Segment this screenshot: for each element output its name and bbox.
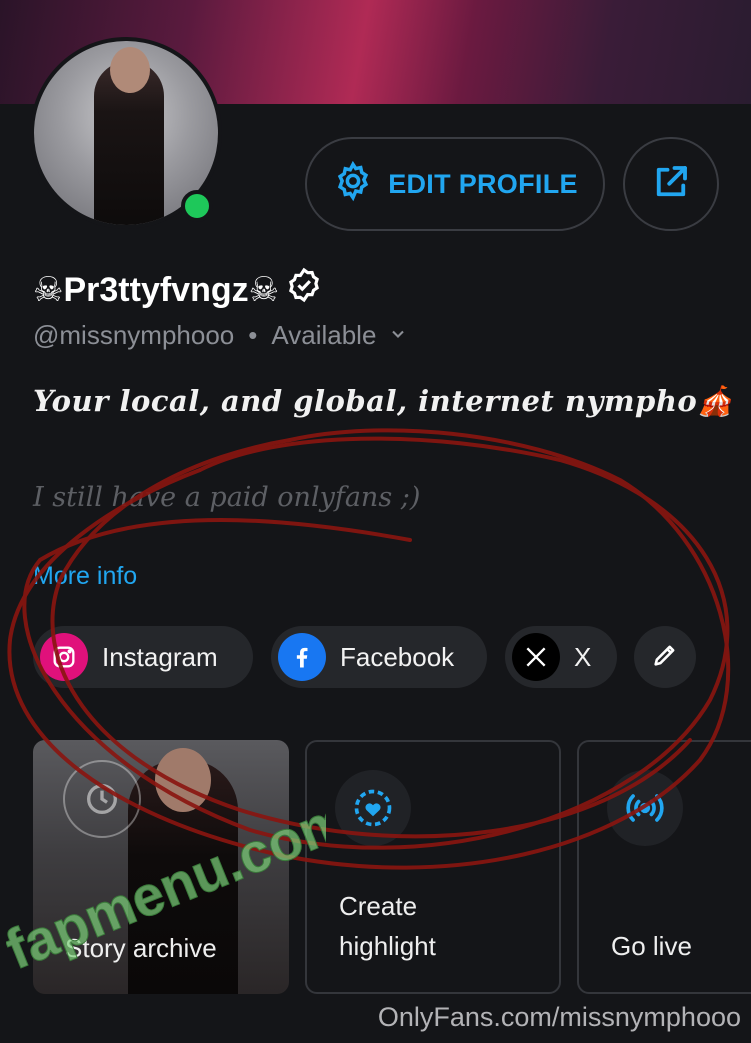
create-highlight-card[interactable]: Create highlight (305, 740, 561, 994)
x-icon (512, 633, 560, 681)
chevron-down-icon (388, 320, 408, 351)
handle-row: @missnymphooo • Available (33, 320, 408, 351)
availability-status: Available (271, 320, 377, 350)
separator-dot: • (248, 320, 258, 350)
social-chip-instagram[interactable]: Instagram (33, 626, 253, 688)
story-archive-card[interactable]: Story archive (33, 740, 289, 994)
edit-profile-label: EDIT PROFILE (388, 168, 578, 199)
go-live-card[interactable]: Go live (577, 740, 751, 994)
go-live-label: Go live (611, 931, 692, 961)
facebook-icon (278, 633, 326, 681)
bio-line-1: Your local, and global, internet nympho🎪 (33, 384, 734, 418)
live-broadcast-icon (607, 770, 683, 846)
availability-dropdown[interactable]: Available (271, 320, 408, 351)
share-button[interactable] (623, 137, 719, 231)
social-chip-x[interactable]: X (505, 626, 617, 688)
share-icon (650, 161, 692, 208)
create-highlight-label: Create highlight (339, 891, 436, 961)
display-name: ☠Pr3ttyfvngz☠ (33, 270, 280, 309)
bio-line-2: I still have a paid onlyfans ;) (33, 482, 421, 513)
instagram-label: Instagram (102, 641, 218, 672)
gear-icon (332, 160, 374, 209)
display-name-row: ☠Pr3ttyfvngz☠ (33, 266, 323, 313)
edit-profile-button[interactable]: EDIT PROFILE (305, 137, 605, 231)
instagram-icon (40, 633, 88, 681)
highlight-heart-icon (335, 770, 411, 846)
edit-socials-button[interactable] (634, 626, 696, 688)
x-label: X (574, 641, 592, 672)
story-archive-label: Story archive (65, 933, 217, 963)
facebook-label: Facebook (340, 641, 455, 672)
history-icon (63, 760, 141, 838)
footer-url: OnlyFans.com/missnymphooo (377, 1002, 741, 1032)
handle: @missnymphooo (33, 320, 235, 350)
online-status-dot (181, 190, 213, 222)
social-chip-facebook[interactable]: Facebook (271, 626, 487, 688)
pencil-icon (651, 641, 679, 674)
more-info-link[interactable]: More info (33, 562, 137, 591)
verified-badge-icon (285, 266, 323, 313)
